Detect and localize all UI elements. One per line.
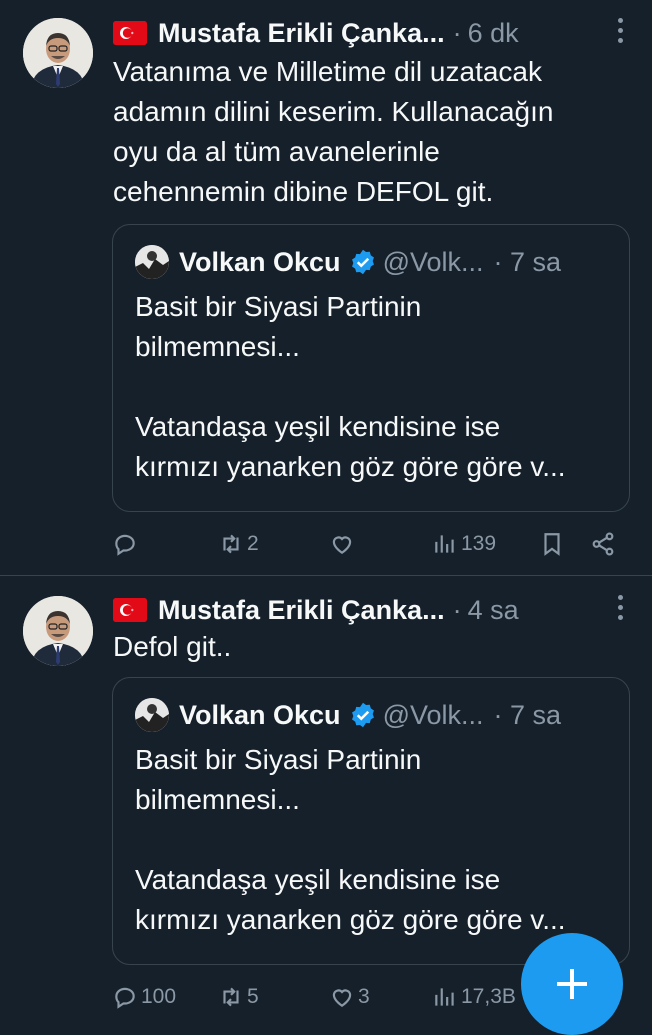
action-bar: 2 139 xyxy=(112,528,632,560)
tweet-text-line: adamın dilini keserim. Kullanacağın xyxy=(113,96,554,127)
tweet-text-line: Defol git.. xyxy=(113,631,232,662)
tweet-time[interactable]: 4 sa xyxy=(468,595,519,626)
reply-button[interactable] xyxy=(112,528,141,560)
share-button[interactable] xyxy=(590,528,616,560)
bookmark-icon xyxy=(544,533,560,556)
turkish-flag-icon xyxy=(113,598,147,622)
author-avatar[interactable] xyxy=(23,596,93,666)
verified-icon xyxy=(351,702,374,728)
tweet-divider xyxy=(0,575,652,576)
quote-author-handle[interactable]: @Volk... xyxy=(383,700,484,731)
quote-header: Volkan Okcu @Volk... · 7 sa xyxy=(135,245,561,279)
bookmark-button[interactable] xyxy=(539,528,565,560)
tweet-text-line: cehennemin dibine DEFOL git. xyxy=(113,176,494,207)
separator-dot: · xyxy=(452,17,462,48)
like-count: 3 xyxy=(358,985,370,1008)
retweet-count: 2 xyxy=(247,532,259,555)
tweet-text: Defol git.. xyxy=(113,627,633,667)
quote-time: · 7 sa xyxy=(493,246,562,277)
tweet-text: Vatanıma ve Milletime dil uzatacak adamı… xyxy=(113,52,633,212)
retweet-icon xyxy=(223,987,239,1007)
author-name[interactable]: Mustafa Erikli Çanka... xyxy=(158,18,445,49)
share-icon xyxy=(592,532,614,556)
more-icon[interactable] xyxy=(618,18,624,44)
quoted-tweet[interactable]: Volkan Okcu @Volk... · 7 sa Basit bir Si… xyxy=(112,224,630,512)
tweet-text-line: oyu da al tüm avanelerinle xyxy=(113,136,440,167)
views-button[interactable]: 139 xyxy=(432,528,496,560)
quote-text-line: bilmemnesi... xyxy=(135,784,300,815)
like-button[interactable]: 3 xyxy=(329,981,370,1013)
reply-icon xyxy=(115,534,135,556)
turkish-flag-icon xyxy=(113,21,147,45)
quote-time: · 7 sa xyxy=(493,699,562,730)
reply-count: 100 xyxy=(141,985,177,1008)
quote-text: Basit bir Siyasi Partinin bilmemnesi... … xyxy=(135,740,615,940)
quote-author-name[interactable]: Volkan Okcu xyxy=(179,247,341,278)
quote-author-name[interactable]: Volkan Okcu xyxy=(179,700,341,731)
quoted-tweet[interactable]: Volkan Okcu @Volk... · 7 sa Basit bir Si… xyxy=(112,677,630,965)
tweet[interactable]: Mustafa Erikli Çanka... · 6 dk Vatanıma … xyxy=(0,0,652,576)
quote-text-line: Vatandaşa yeşil kendisine ise xyxy=(135,411,501,442)
retweet-icon xyxy=(223,534,239,554)
author-name[interactable]: Mustafa Erikli Çanka... xyxy=(158,595,445,626)
tweet-header: Mustafa Erikli Çanka... · 6 dk xyxy=(113,14,633,52)
retweet-count: 5 xyxy=(247,985,259,1008)
quote-text: Basit bir Siyasi Partinin bilmemnesi... … xyxy=(135,287,615,487)
quote-avatar xyxy=(135,698,169,732)
like-button[interactable] xyxy=(329,528,358,560)
separator-dot: · xyxy=(452,594,462,625)
view-count: 17,3B xyxy=(461,985,516,1008)
more-icon[interactable] xyxy=(618,595,624,621)
tweet-time[interactable]: 6 dk xyxy=(468,18,519,49)
quote-text-line: kırmızı yanarken göz göre göre v... xyxy=(135,904,566,935)
compose-button[interactable] xyxy=(521,933,623,1035)
quote-text-line: bilmemnesi... xyxy=(135,331,300,362)
quote-avatar xyxy=(135,245,169,279)
tweet-text-line: Vatanıma ve Milletime dil uzatacak xyxy=(113,56,542,87)
views-icon xyxy=(435,535,454,553)
reply-button[interactable]: 100 xyxy=(112,981,176,1013)
like-icon xyxy=(332,989,352,1007)
retweet-button[interactable]: 2 xyxy=(218,528,259,560)
like-icon xyxy=(332,536,352,554)
quote-header: Volkan Okcu @Volk... · 7 sa xyxy=(135,698,561,732)
view-count: 139 xyxy=(461,532,497,555)
quote-text-line: Vatandaşa yeşil kendisine ise xyxy=(135,864,501,895)
quote-text-line: Basit bir Siyasi Partinin xyxy=(135,291,422,322)
verified-icon xyxy=(351,249,374,275)
reply-icon xyxy=(115,987,135,1009)
quote-author-handle[interactable]: @Volk... xyxy=(383,247,484,278)
author-avatar[interactable] xyxy=(23,18,93,88)
views-icon xyxy=(435,988,454,1006)
views-button[interactable]: 17,3B xyxy=(432,981,516,1013)
quote-text-line: Basit bir Siyasi Partinin xyxy=(135,744,422,775)
retweet-button[interactable]: 5 xyxy=(218,981,259,1013)
tweet-header: Mustafa Erikli Çanka... · 4 sa xyxy=(113,591,633,629)
quote-text-line: kırmızı yanarken göz göre göre v... xyxy=(135,451,566,482)
